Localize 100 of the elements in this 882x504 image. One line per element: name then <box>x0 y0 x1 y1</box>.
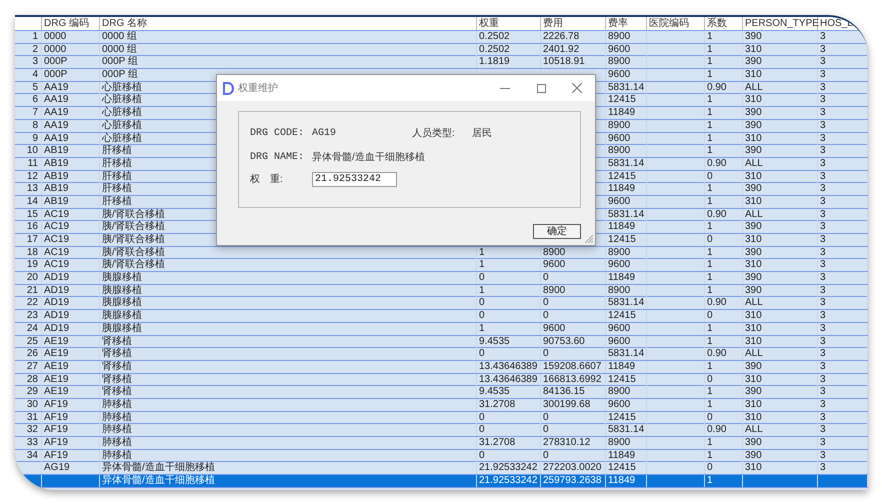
table-cell: 21.92533242 <box>479 475 538 486</box>
table-cell: 9600 <box>543 322 566 334</box>
table-cell: 390 <box>745 284 762 296</box>
table-cell: 1 <box>707 94 713 106</box>
table-row[interactable]: 32 AF19 肺移植 0 0 5831.14 0.90 ALL 3 <box>15 424 868 437</box>
table-cell: 3 <box>820 221 826 232</box>
table-cell: 2226.78 <box>543 31 580 42</box>
table-cell: 3 <box>820 437 826 448</box>
table-cell: 0 <box>479 412 485 423</box>
table-cell: 25 <box>26 336 38 346</box>
table-cell: 0 <box>543 450 549 461</box>
table-cell: 11 <box>28 158 38 169</box>
table-cell: 胰/肾联合移植 <box>102 234 165 245</box>
table-row[interactable]: 2 0000 0000 组 0.2502 2401.92 9600 1 310 3 <box>15 44 868 56</box>
table-cell: 0.90 <box>707 297 726 308</box>
table-cell: ALL <box>745 82 763 93</box>
column-header[interactable]: 费率 <box>608 18 628 29</box>
table-cell: 1 <box>707 360 713 372</box>
table-cell: 0 <box>543 297 549 308</box>
table-cell: 3 <box>820 107 826 118</box>
table-cell: ALL <box>745 424 763 436</box>
table-cell: 0 <box>479 424 485 436</box>
ok-button[interactable]: 确定 <box>533 224 581 239</box>
table-cell: 3 <box>820 94 826 106</box>
table-row[interactable]: 24 AD19 胰腺移植 1 9600 9600 1 310 3 <box>15 322 868 336</box>
table-cell: ALL <box>745 297 763 308</box>
table-cell: 9.4535 <box>479 386 510 398</box>
table-row[interactable]: 20 AD19 胰腺移植 0 0 11849 1 390 3 <box>15 272 868 285</box>
table-cell: 390 <box>745 107 762 118</box>
table-row[interactable]: 19 AC19 胰/肾联合移植 1 9600 9600 1 310 3 <box>15 259 868 272</box>
table-cell: 肝移植 <box>102 170 132 182</box>
column-header[interactable]: PERSON_TYPE <box>745 18 819 29</box>
table-row[interactable]: 22 AD19 胰腺移植 0 0 5831.14 0.90 ALL 3 <box>15 297 868 310</box>
table-cell: 310 <box>745 336 762 346</box>
table-row[interactable]: 23 AD19 胰腺移植 0 0 12415 0 310 3 <box>15 310 868 323</box>
table-cell: 3 <box>820 196 826 207</box>
table-cell: 20 <box>26 272 38 284</box>
table-row[interactable]: 34 AF19 肺移植 0 0 11849 1 390 3 <box>15 450 868 462</box>
table-row[interactable]: 27 AE19 肾移植 13.43646389 159208.6607 11849 1 390 3 <box>15 360 868 374</box>
table-row[interactable]: 25 AE19 肾移植 9.4535 90753.60 9600 1 310 3 <box>15 336 868 348</box>
table-row[interactable]: 31 AF19 肺移植 0 0 12415 0 310 3 <box>15 412 868 424</box>
table-row[interactable]: 26 AE19 肾移植 0 0 5831.14 0.90 ALL 3 <box>15 348 868 361</box>
table-cell: AC19 <box>44 259 70 270</box>
column-header[interactable]: 费用 <box>543 18 563 29</box>
column-header[interactable]: DRG 名称 <box>102 18 147 29</box>
table-cell: 0 <box>543 310 549 322</box>
table-cell: 11849 <box>608 272 636 284</box>
table-cell: 310 <box>745 374 762 385</box>
table-cell: 000P <box>44 69 68 80</box>
table-cell: 310 <box>745 132 762 144</box>
table-cell: 9.4535 <box>479 336 510 346</box>
table-row[interactable]: 30 AF19 肺移植 31.2708 300199.68 9600 1 310 3 <box>15 398 868 412</box>
table-cell: 肺移植 <box>102 424 132 436</box>
table-cell: 1 <box>707 336 713 346</box>
table-row[interactable]: 3 000P 000P 组 1.1819 10518.91 8900 1 390 3 <box>15 56 868 70</box>
table-cell: 12415 <box>608 94 636 106</box>
table-cell: 21 <box>26 284 38 296</box>
table-cell: 8900 <box>608 386 630 398</box>
table-cell: 1 <box>707 56 713 68</box>
table-cell: 9600 <box>543 259 566 270</box>
table-cell: 30 <box>26 398 38 410</box>
table-row[interactable]: 29 AE19 肾移植 9.4535 84136.15 8900 1 390 3 <box>15 386 868 399</box>
table-cell: 0 <box>707 310 713 322</box>
table-cell: 3 <box>820 284 826 296</box>
table-cell: 肺移植 <box>102 412 132 423</box>
table-cell: 肾移植 <box>102 386 132 398</box>
table-cell: 310 <box>745 412 762 423</box>
table-cell: AE19 <box>44 348 68 360</box>
table-row[interactable]: AG19 异体骨髓/造血干细胞移植 21.92533242 272203.0020 12415 0 310 3 <box>15 462 868 476</box>
table-cell: AD19 <box>44 297 70 308</box>
column-header[interactable]: 系数 <box>707 18 727 29</box>
table-row[interactable]: 18 AC19 胰/肾联合移植 1 8900 8900 1 390 3 <box>15 246 868 260</box>
table-cell: 3 <box>820 272 826 284</box>
table-cell: 310 <box>745 462 762 474</box>
table-cell: 12415 <box>608 170 636 182</box>
table-cell: AE19 <box>44 374 68 385</box>
weight-input[interactable]: 21.92533242 <box>312 172 397 187</box>
column-header[interactable]: 医院编码 <box>649 18 689 29</box>
table-cell: 21.92533242 <box>479 462 538 474</box>
table-cell: 心脏移植 <box>102 107 142 118</box>
table-cell: 310 <box>745 69 762 80</box>
table-cell: 1 <box>479 259 485 270</box>
column-header[interactable]: 权重 <box>479 18 499 29</box>
field-label: 重: <box>270 172 284 187</box>
column-header[interactable]: DRG 编码 <box>44 18 89 29</box>
table-cell: 肾移植 <box>102 374 132 385</box>
table-cell: 1 <box>707 272 713 284</box>
table-cell: 000P 组 <box>102 56 138 68</box>
field-value: 居民 <box>472 127 492 141</box>
table-row[interactable]: 33 AF19 肺移植 31.2708 278310.12 8900 1 390 3 <box>15 437 868 450</box>
table-row[interactable]: 28 AE19 肾移植 13.43646389 166813.6992 12415 0 310 3 <box>15 374 868 386</box>
table-cell: AC19 <box>44 208 70 220</box>
table-row[interactable]: 21 AD19 胰腺移植 1 8900 8900 1 390 3 <box>15 284 868 298</box>
table-cell: 3 <box>820 259 826 270</box>
table-cell: 1 <box>32 31 38 42</box>
table-cell: 310 <box>745 310 762 322</box>
table-cell: 32 <box>26 424 38 436</box>
table-cell: 12 <box>26 170 38 182</box>
table-cell: 胰腺移植 <box>102 297 142 308</box>
table-row[interactable]: 1 0000 0000 组 0.2502 2226.78 8900 1 390 3 <box>15 31 868 44</box>
